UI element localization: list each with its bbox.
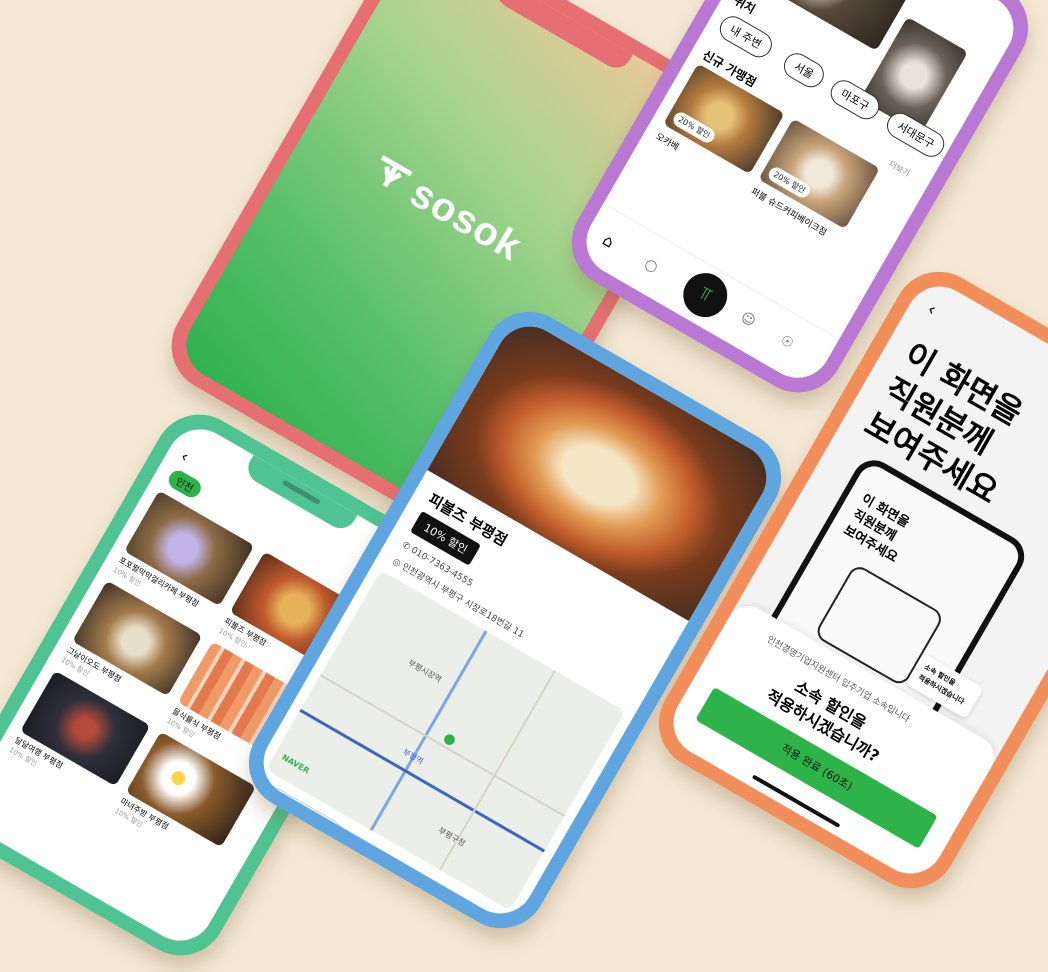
map-label: 부평역 bbox=[401, 747, 425, 767]
notch bbox=[491, 0, 634, 74]
item-photo-1[interactable] bbox=[124, 490, 255, 607]
speaker bbox=[281, 479, 321, 505]
item-photo-5[interactable] bbox=[20, 670, 151, 787]
map-road bbox=[369, 630, 488, 831]
brand-name: sosok bbox=[402, 170, 530, 270]
profile-icon[interactable]: ☉ bbox=[777, 332, 796, 352]
sosok-logo-icon bbox=[364, 149, 416, 205]
store-hero-photo bbox=[427, 314, 779, 622]
map-road bbox=[299, 708, 546, 853]
back-icon[interactable]: ‹ bbox=[177, 446, 192, 466]
map-road bbox=[319, 674, 566, 817]
home-icon[interactable]: ⌂ bbox=[599, 230, 617, 252]
search-icon[interactable]: ○ bbox=[641, 254, 661, 276]
map-label: 부평시장역 bbox=[406, 658, 443, 685]
item-photo-6[interactable] bbox=[125, 731, 257, 848]
sosok-logo-icon[interactable]: ⫪ bbox=[675, 265, 736, 326]
more-link[interactable]: 더보기 bbox=[887, 158, 912, 179]
splash-logo: sosok bbox=[364, 149, 529, 270]
chip-nearby[interactable]: 내 주변 bbox=[715, 11, 777, 62]
back-icon[interactable]: ‹ bbox=[923, 299, 940, 321]
naver-logo: NAVER bbox=[280, 752, 311, 776]
section-location: 위치 bbox=[731, 0, 758, 17]
chat-icon[interactable]: ☺ bbox=[738, 309, 759, 330]
chip-seoul[interactable]: 서울 bbox=[779, 48, 829, 93]
region-tag[interactable]: 인천 bbox=[165, 467, 205, 501]
